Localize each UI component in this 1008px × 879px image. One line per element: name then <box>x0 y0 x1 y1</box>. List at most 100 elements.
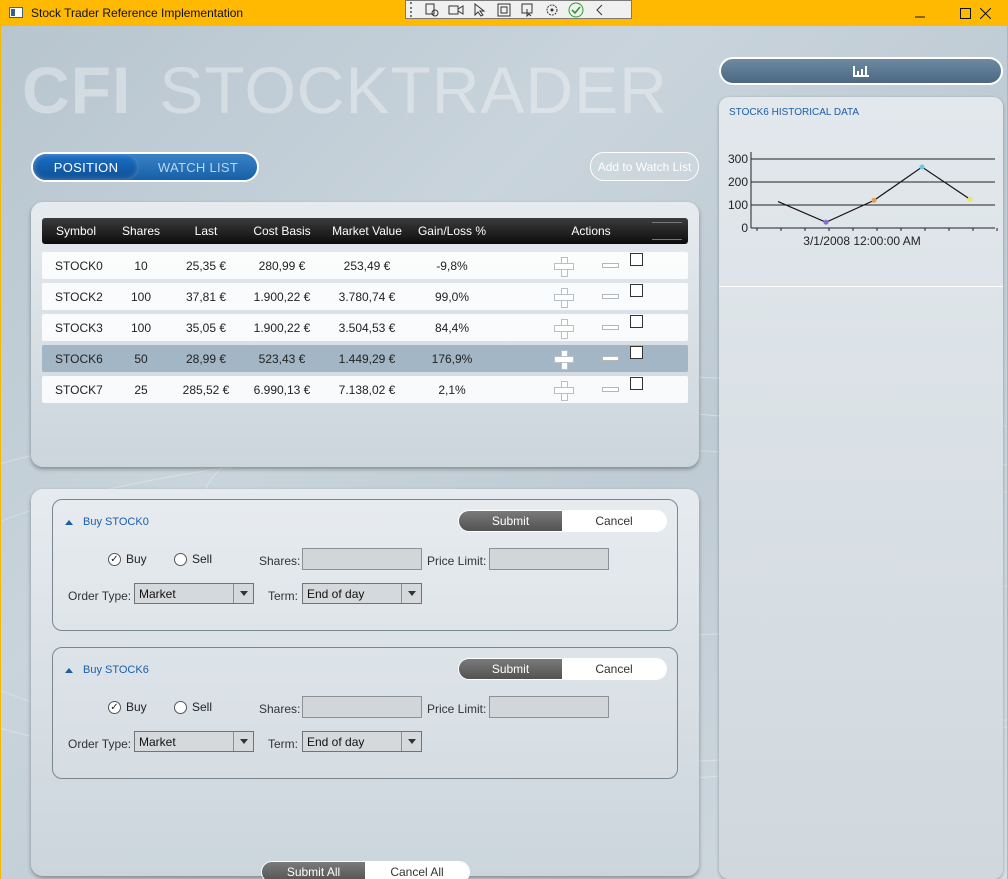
term-select[interactable]: End of day <box>302 731 422 752</box>
position-row[interactable]: STOCK2 100 37,81 € 1.900,22 € 3.780,74 € 99,0… <box>42 283 688 310</box>
position-row[interactable]: STOCK0 10 25,35 € 280,99 € 253,49 € -9,8% <box>42 252 688 279</box>
cancel-button[interactable]: Cancel <box>562 511 666 531</box>
cell-shares: 100 <box>130 320 152 335</box>
position-row[interactable]: STOCK3 100 35,05 € 1.900,22 € 3.504,53 € 84,4… <box>42 314 688 341</box>
dropdown-arrow-icon <box>401 732 421 751</box>
price-limit-label: Price Limit: <box>427 554 487 568</box>
tab-position[interactable]: POSITION <box>33 154 139 180</box>
collapse-triangle-icon <box>65 667 73 673</box>
header-market-value[interactable]: Market Value <box>324 224 410 238</box>
position-row[interactable]: STOCK6 50 28,99 € 523,43 € 1.449,29 € 176,9% <box>42 345 688 372</box>
sell-minus-icon[interactable] <box>602 293 619 299</box>
header-symbol[interactable]: Symbol <box>42 224 110 238</box>
cell-last: 35,05 € <box>185 320 227 335</box>
app-icon <box>9 7 23 18</box>
sell-radio[interactable]: Sell <box>174 552 212 566</box>
sell-radio-indicator <box>174 552 187 566</box>
cell-cost-basis: 6.990,13 € <box>253 382 311 397</box>
order-title-toggle[interactable]: Buy STOCK6 <box>65 664 149 676</box>
order-title-toggle[interactable]: Buy STOCK0 <box>65 516 149 528</box>
cancel-all-button[interactable]: Cancel All <box>365 862 469 879</box>
cell-last: 25,35 € <box>185 258 227 273</box>
row-checkbox[interactable] <box>630 376 643 390</box>
price-limit-input[interactable] <box>489 696 609 718</box>
term-select[interactable]: End of day <box>302 583 422 604</box>
positions-rows: STOCK0 10 25,35 €280,99 €253,49 € -9,8% STOC… <box>42 252 688 407</box>
order-group: Buy STOCK0 Submit Cancel ✓ Buy Sell Shar… <box>52 499 678 631</box>
header-last[interactable]: Last <box>172 224 240 238</box>
app-logo: CFI STOCKTRADER <box>22 52 668 128</box>
buy-plus-icon[interactable] <box>554 256 574 277</box>
header-gain-loss[interactable]: Gain/Loss % <box>410 224 494 238</box>
title-bar: Stock Trader Reference Implementation <box>0 0 1008 26</box>
row-checkbox[interactable] <box>630 345 643 359</box>
cancel-button[interactable]: Cancel <box>562 659 666 679</box>
buy-plus-icon[interactable] <box>554 380 574 401</box>
collapse-triangle-icon <box>65 519 73 525</box>
data-point <box>871 197 877 203</box>
historical-data-title: STOCK6 HISTORICAL DATA <box>729 107 860 118</box>
tab-watch-list[interactable]: WATCH LIST <box>139 154 257 180</box>
pointer-icon[interactable] <box>468 1 492 18</box>
row-checkbox[interactable] <box>630 283 643 297</box>
row-checkbox[interactable] <box>630 314 643 328</box>
sell-radio-label: Sell <box>192 700 213 714</box>
buy-plus-icon[interactable] <box>554 349 574 370</box>
frame-icon[interactable] <box>492 1 516 18</box>
minimize-button[interactable] <box>897 0 943 26</box>
binding-icon[interactable] <box>540 1 564 18</box>
sell-minus-icon[interactable] <box>602 262 619 268</box>
check-icon[interactable] <box>564 1 588 18</box>
row-checkbox[interactable] <box>630 252 643 266</box>
select-element-icon[interactable] <box>420 1 444 18</box>
logo-light-text: STOCKTRADER <box>159 53 668 127</box>
header-options-icon[interactable] <box>652 222 682 240</box>
window-title: Stock Trader Reference Implementation <box>31 6 244 20</box>
cell-last: 28,99 € <box>185 351 227 366</box>
buy-radio[interactable]: ✓ Buy <box>108 552 147 566</box>
series-line <box>777 166 971 223</box>
cell-market-value: 253,49 € <box>343 258 391 273</box>
cell-cost-basis: 523,43 € <box>258 351 306 366</box>
submit-button[interactable]: Submit <box>459 659 562 679</box>
dropdown-arrow-icon <box>233 584 253 603</box>
sell-radio-label: Sell <box>192 552 213 566</box>
y-tick-label: 300 <box>728 152 748 166</box>
logo-bold-text: CFI <box>22 53 132 127</box>
buy-radio[interactable]: ✓ Buy <box>108 700 147 714</box>
sell-minus-icon[interactable] <box>602 324 619 330</box>
y-tick-label: 200 <box>728 175 748 189</box>
term-label: Term: <box>268 589 298 603</box>
debug-toolbar <box>405 0 632 19</box>
submit-all-button[interactable]: Submit All <box>262 862 365 879</box>
chart-toggle-button[interactable] <box>719 57 1003 85</box>
sell-radio-indicator <box>174 700 187 714</box>
cell-gain-loss: 84,4% <box>434 320 470 335</box>
shares-input[interactable] <box>302 548 422 570</box>
toolbar-grip-icon[interactable] <box>410 2 416 17</box>
close-button[interactable] <box>962 0 1008 26</box>
buy-plus-icon[interactable] <box>554 318 574 339</box>
cell-last: 37,81 € <box>185 289 227 304</box>
add-to-watch-list-button[interactable]: Add to Watch List <box>590 152 699 181</box>
cell-market-value: 7.138,02 € <box>338 382 396 397</box>
buy-plus-icon[interactable] <box>554 287 574 308</box>
dropdown-arrow-icon <box>233 732 253 751</box>
y-tick-label: 100 <box>728 198 748 212</box>
position-row[interactable]: STOCK7 25 285,52 € 6.990,13 € 7.138,02 € 2,1% <box>42 376 688 403</box>
order-type-select[interactable]: Market <box>134 731 254 752</box>
collapse-icon[interactable] <box>588 1 612 18</box>
orders-panel: Buy STOCK0 Submit Cancel ✓ Buy Sell Shar… <box>31 489 699 879</box>
submit-button[interactable]: Submit <box>459 511 562 531</box>
inspect-icon[interactable] <box>516 1 540 18</box>
header-cost-basis[interactable]: Cost Basis <box>240 224 324 238</box>
video-icon[interactable] <box>444 1 468 18</box>
shares-input[interactable] <box>302 696 422 718</box>
sell-minus-icon[interactable] <box>602 355 619 361</box>
header-shares[interactable]: Shares <box>110 224 172 238</box>
order-type-select[interactable]: Market <box>134 583 254 604</box>
price-limit-input[interactable] <box>489 548 609 570</box>
x-axis-label: 3/1/2008 12:00:00 AM <box>803 234 920 248</box>
sell-minus-icon[interactable] <box>602 386 619 392</box>
sell-radio[interactable]: Sell <box>174 700 212 714</box>
